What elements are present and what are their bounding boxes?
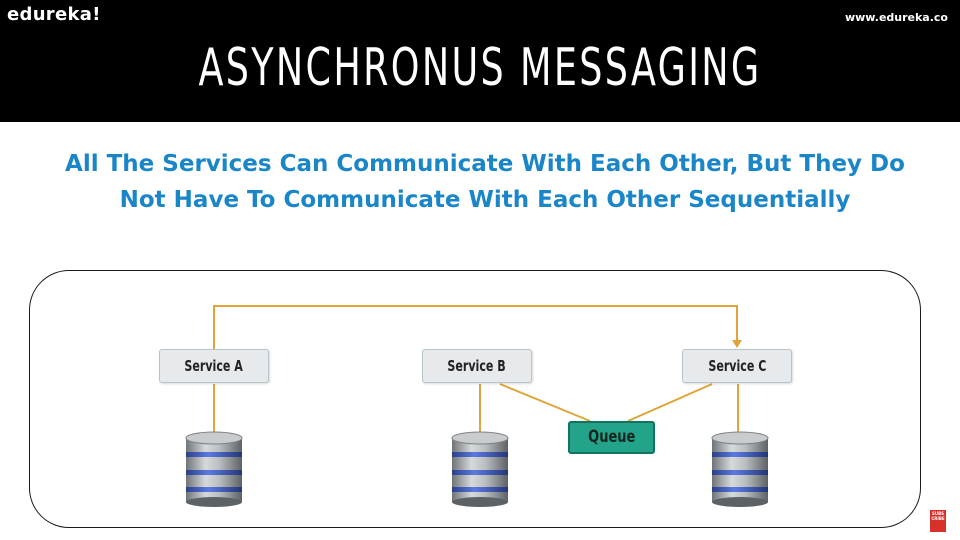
subscribe-label: SUBS CRIBE	[931, 511, 945, 521]
subtitle-line-1: All The Services Can Communicate With Ea…	[65, 151, 905, 177]
service-c-label: Service C	[708, 357, 766, 375]
service-c-box: Service C	[682, 349, 792, 383]
slide-title: ASYNCHRONUS MESSAGING	[198, 38, 762, 98]
queue-box: Queue	[568, 421, 655, 454]
service-b-label: Service B	[447, 357, 507, 375]
subtitle-line-2: Not Have To Communicate With Each Other …	[119, 187, 851, 213]
service-a-label: Service A	[184, 357, 244, 375]
diagram-frame	[29, 270, 921, 528]
subscribe-icon[interactable]: SUBS CRIBE	[930, 510, 946, 532]
header-bar: edureka! www.edureka.co ASYNCHRONUS MESS…	[0, 0, 960, 122]
service-a-box: Service A	[159, 349, 269, 383]
queue-label: Queue	[587, 427, 636, 447]
brand-logo: edureka!	[7, 4, 101, 25]
service-b-box: Service B	[422, 349, 532, 383]
website-url: www.edureka.co	[844, 11, 948, 24]
slide-subtitle: All The Services Can Communicate With Ea…	[30, 146, 940, 218]
